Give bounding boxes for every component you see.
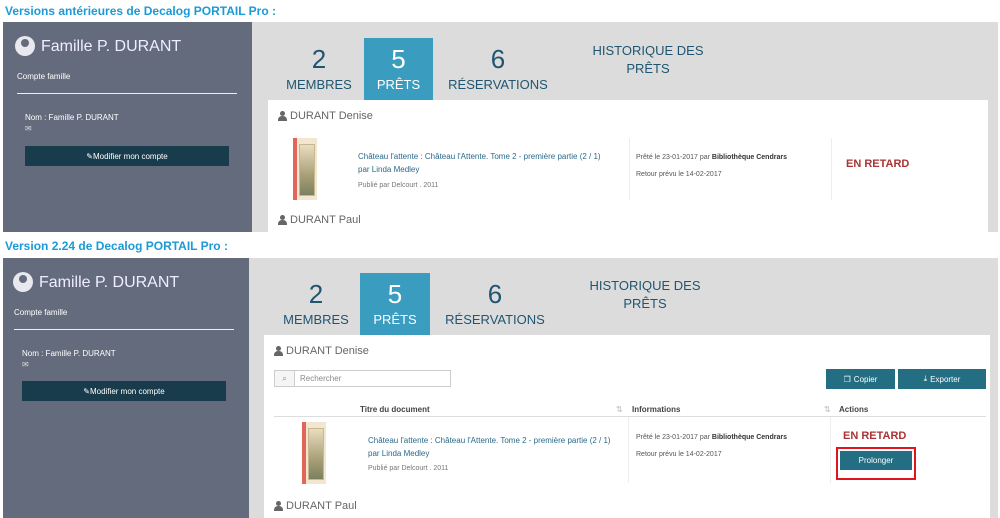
loan-publisher: Publié par Delcourt . 2011 [368,465,449,472]
old-version-heading: Versions antérieures de Decalog PORTAIL … [5,4,276,18]
copy-icon: ❐ [843,374,851,384]
member-header: DURANT Denise [274,345,369,357]
account-sidebar: Famille P. DURANT Compte famille Nom : F… [3,258,249,518]
loans-content: DURANT Denise ⌕ Rechercher ❐ Copier ⤓ Expor… [264,335,990,518]
loans-content: DURANT Denise Château l'attente : Châtea… [268,100,988,232]
new-version-panel: Famille P. DURANT Compte famille Nom : F… [3,258,998,518]
loan-date: Prêté le 23-01-2017 par Bibliothèque Cen… [636,154,787,161]
tabs: 2 MEMBRES 5 PRÊTS 6 RÉSERVATIONS HISTORIQUE… [276,38,733,100]
tab-reservations[interactable]: 6 RÉSERVATIONS [430,273,560,335]
table-header-divider [274,416,986,417]
column-header-info[interactable]: Informations [632,405,680,414]
loan-date: Prêté le 23-01-2017 par Bibliothèque Cen… [636,434,787,441]
sort-icon[interactable]: ⇅ [824,405,831,414]
export-button[interactable]: ⤓ Exporter [898,369,986,389]
account-type: Compte famille [14,308,68,317]
divider [14,329,234,330]
user-avatar-icon [13,272,33,292]
tab-reservations[interactable]: 6 RÉSERVATIONS [433,38,563,100]
copy-button[interactable]: ❐ Copier [826,369,895,389]
envelope-icon: ✉ [22,360,29,369]
tab-historique[interactable]: HISTORIQUE DES PRÊTS [560,273,730,335]
loan-title-link[interactable]: Château l'attente : Château l'Attente. T… [358,150,601,163]
member-header: DURANT Paul [274,500,357,512]
account-nom: Nom : Famille P. DURANT [25,113,119,122]
loan-publisher: Publié par Delcourt . 2011 [358,182,439,189]
tab-membres[interactable]: 2 MEMBRES [273,273,359,335]
download-icon: ⤓ [923,374,928,383]
person-icon [274,501,283,511]
account-name: Famille P. DURANT [39,274,180,291]
person-icon [278,111,287,121]
account-sidebar: Famille P. DURANT Compte famille Nom : F… [3,22,252,232]
loan-title-link[interactable]: Château l'attente : Château l'Attente. T… [368,434,611,447]
user-avatar-icon [15,36,35,56]
renew-button[interactable]: Prolonger [840,451,912,470]
account-type: Compte famille [17,72,71,81]
old-version-panel: Famille P. DURANT Compte famille Nom : F… [3,22,998,232]
status-badge: EN RETARD [846,158,910,170]
account-nom: Nom : Famille P. DURANT [22,349,116,358]
tab-prets[interactable]: 5 PRÊTS [360,273,430,335]
edit-icon: ✎ [83,386,90,396]
loan-return: Retour prévu le 14-02-2017 [636,171,722,178]
edit-icon: ✎ [86,151,93,161]
envelope-icon: ✉ [25,124,32,133]
loan-author: par Linda Medley [358,165,420,174]
account-name: Famille P. DURANT [41,38,182,55]
new-version-heading: Version 2.24 de Decalog PORTAIL Pro : [5,239,228,253]
tab-prets[interactable]: 5 PRÊTS [364,38,433,100]
column-header-title[interactable]: Titre du document [360,405,430,414]
modify-account-button[interactable]: ✎ Modifier mon compte [22,381,226,401]
column-header-actions: Actions [839,405,869,414]
loan-author: par Linda Medley [368,449,430,458]
modify-account-button[interactable]: ✎ Modifier mon compte [25,146,229,166]
person-icon [274,346,283,356]
member-header: DURANT Denise [278,110,373,122]
member-header: DURANT Paul [278,214,361,226]
tab-historique[interactable]: HISTORIQUE DES PRÊTS [563,38,733,100]
divider [17,93,237,94]
loan-return: Retour prévu le 14-02-2017 [636,451,722,458]
status-badge: EN RETARD [843,430,907,442]
search-icon: ⌕ [275,371,295,386]
book-cover[interactable] [302,422,326,484]
sort-icon[interactable]: ⇅ [616,405,623,414]
person-icon [278,215,287,225]
book-cover[interactable] [293,138,317,200]
search-input[interactable]: ⌕ Rechercher [274,370,451,387]
tabs: 2 MEMBRES 5 PRÊTS 6 RÉSERVATIONS HISTORIQUE… [273,273,730,335]
tab-membres[interactable]: 2 MEMBRES [276,38,362,100]
